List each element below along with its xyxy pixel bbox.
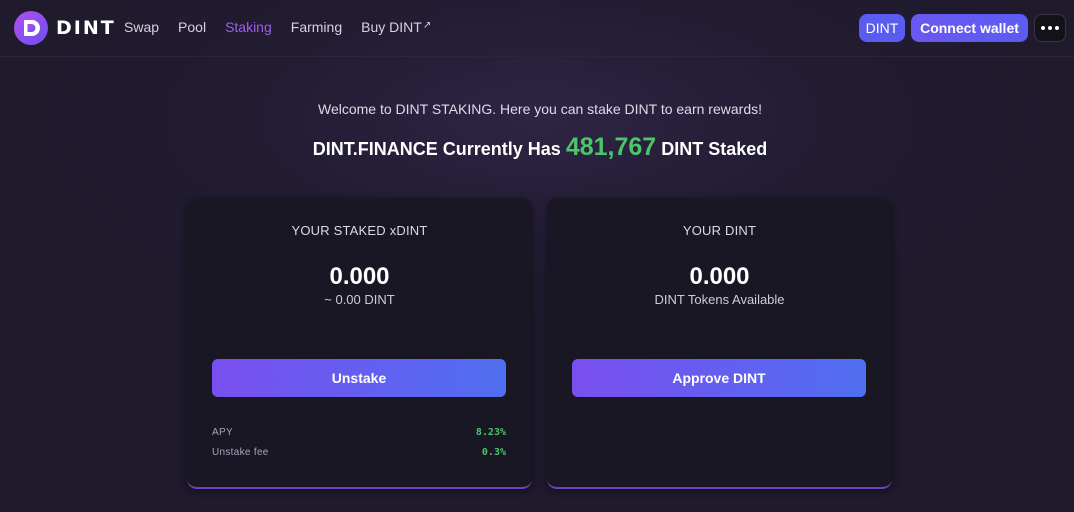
ellipsis-icon — [1048, 26, 1052, 30]
dint-balance-card: YOUR DINT 0.000 DINT Tokens Available Ap… — [547, 198, 892, 489]
external-link-icon: ↗ — [422, 20, 432, 31]
ellipsis-icon — [1055, 26, 1059, 30]
dint-balance: 0.000 — [689, 263, 750, 290]
nav-item-pool[interactable]: Pool — [178, 19, 206, 35]
nav-item-staking[interactable]: Staking — [225, 19, 272, 35]
approve-dint-button[interactable]: Approve DINT — [572, 359, 866, 397]
unstake-fee-row: Unstake fee 0.3% — [212, 447, 506, 458]
dint-available-label: DINT Tokens Available — [654, 292, 785, 307]
connect-wallet-button[interactable]: Connect wallet — [911, 14, 1028, 42]
staked-xdint-card: YOUR STAKED xDINT 0.000 ~ 0.00 DINT Unst… — [187, 198, 532, 489]
dint-logo-icon — [14, 11, 48, 45]
headline-prefix: DINT.FINANCE Currently Has — [312, 139, 561, 159]
headline-suffix: DINT Staked — [661, 139, 768, 159]
card-title: YOUR STAKED xDINT — [291, 223, 428, 238]
brand-logo[interactable]: DINT — [14, 11, 116, 45]
more-options-button[interactable] — [1034, 14, 1066, 42]
staked-balance: 0.000 — [329, 263, 390, 290]
top-navbar: DINT Swap Pool Staking Farming Buy DINT↗… — [0, 0, 1074, 56]
unstake-button[interactable]: Unstake — [212, 359, 506, 397]
staked-headline: DINT.FINANCE Currently Has 481,767 DINT … — [0, 133, 1074, 162]
nav-item-buy-dint[interactable]: Buy DINT↗ — [361, 19, 431, 35]
nav-item-buy-dint-label: Buy DINT — [361, 19, 422, 35]
nav-item-farming[interactable]: Farming — [291, 19, 342, 35]
apy-value: 8.23% — [475, 427, 506, 438]
apy-label: APY — [212, 427, 233, 438]
total-staked-amount: 481,767 — [565, 133, 657, 161]
apy-row: APY 8.23% — [212, 427, 506, 438]
nav-item-swap[interactable]: Swap — [124, 19, 159, 35]
welcome-text: Welcome to DINT STAKING. Here you can st… — [317, 101, 762, 117]
staked-dint-equivalent: ~ 0.00 DINT — [324, 292, 395, 307]
brand-name: DINT — [56, 17, 116, 39]
header-divider — [0, 56, 1074, 57]
main-nav: Swap Pool Staking Farming Buy DINT↗ — [124, 19, 450, 35]
ellipsis-icon — [1041, 26, 1045, 30]
dint-token-button[interactable]: DINT — [859, 14, 905, 42]
card-title: YOUR DINT — [682, 223, 757, 238]
unstake-fee-value: 0.3% — [481, 447, 506, 458]
unstake-fee-label: Unstake fee — [212, 447, 269, 458]
